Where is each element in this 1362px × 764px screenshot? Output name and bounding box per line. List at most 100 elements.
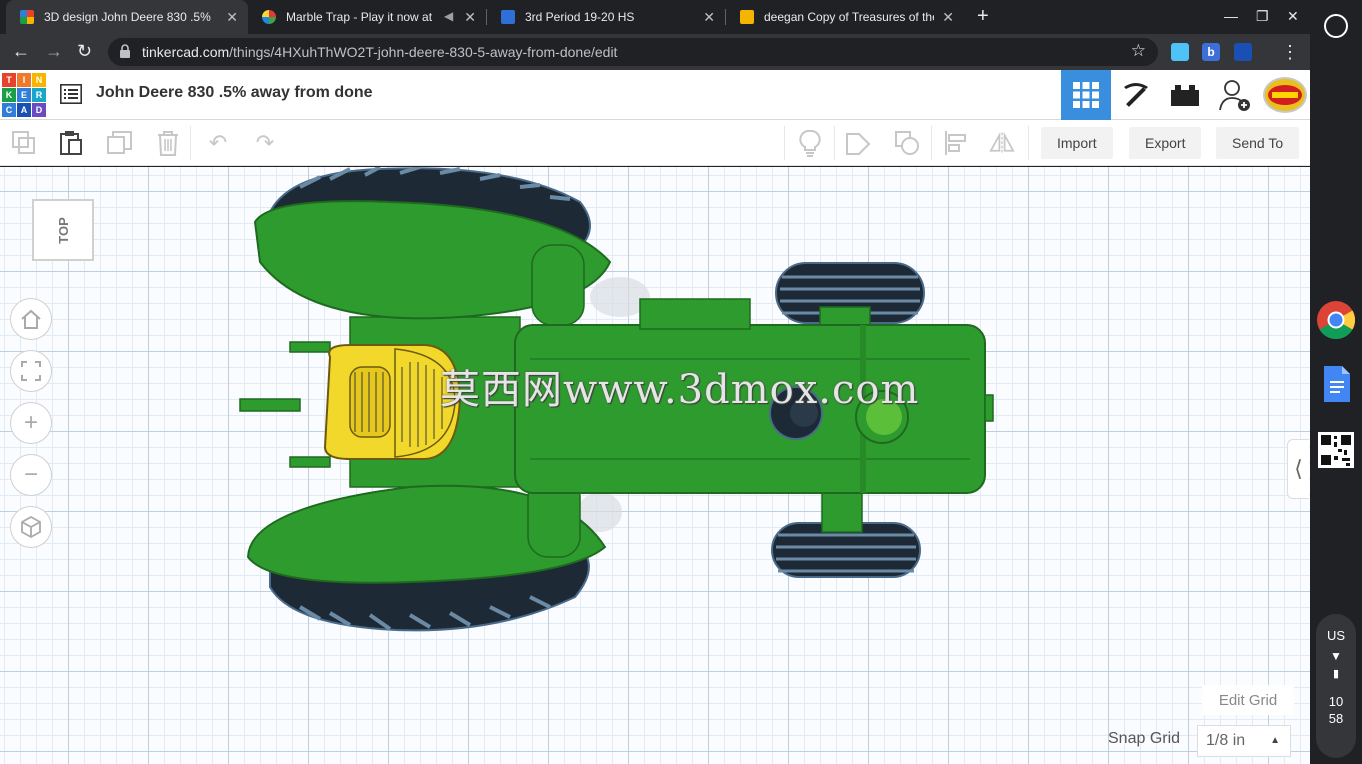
wifi-icon: ▼ <box>1330 649 1342 663</box>
back-button[interactable]: ← <box>12 41 30 62</box>
url-path: /things/4HXuhThWO2T-john-deere-830-5-awa… <box>229 44 618 60</box>
game-favicon-icon <box>262 10 276 24</box>
clipboard-icon <box>60 131 82 155</box>
close-tab-icon[interactable]: ✕ <box>464 9 476 26</box>
group-button[interactable] <box>845 130 871 156</box>
clock-minute: 58 <box>1328 711 1344 726</box>
import-button[interactable]: Import <box>1041 127 1113 159</box>
minus-icon: − <box>23 461 38 488</box>
clock-hour: 10 <box>1328 694 1344 709</box>
bricks-view-button[interactable] <box>1160 70 1210 120</box>
chrome-app-icon[interactable] <box>1316 300 1356 340</box>
classroom-favicon-icon <box>501 10 515 24</box>
view-cube[interactable]: TOP <box>32 199 94 261</box>
align-button[interactable] <box>943 130 969 156</box>
tab-title: 3D design John Deere 830 .5% a <box>44 10 214 24</box>
os-shelf: US ▼ ▮ 10 58 <box>1310 0 1362 764</box>
bookmark-star-icon[interactable]: ☆ <box>1131 41 1146 61</box>
tab-tinkercad-design[interactable]: 3D design John Deere 830 .5% a ✕ <box>6 0 248 34</box>
browser-tab-strip: 3D design John Deere 830 .5% a ✕ Marble … <box>0 0 1310 34</box>
battery-icon: ▮ <box>1332 668 1340 680</box>
extension-cloud-icon[interactable] <box>1171 43 1189 61</box>
extension-shield-icon[interactable] <box>1234 43 1252 61</box>
watermark-text: 莫西网www.3dmox.com <box>440 367 920 413</box>
snap-grid-select[interactable]: 1/8 in ▲ <box>1197 725 1291 757</box>
design-list-icon[interactable] <box>60 84 82 104</box>
trash-icon <box>158 131 178 156</box>
notes-button[interactable] <box>797 129 823 157</box>
add-user-icon <box>1219 80 1250 111</box>
view-cube-label: TOP <box>55 216 71 244</box>
tab-marble-trap[interactable]: Marble Trap - Play it now at ◀ ✕ <box>248 0 486 34</box>
export-button[interactable]: Export <box>1129 127 1202 159</box>
mirror-button[interactable] <box>989 130 1015 156</box>
tab-title: 3rd Period 19-20 HS <box>525 10 635 24</box>
send-to-button[interactable]: Send To <box>1216 127 1300 159</box>
delete-button[interactable] <box>155 130 181 156</box>
copy-button[interactable] <box>11 130 37 156</box>
restore-button[interactable]: ❐ <box>1256 8 1269 25</box>
system-tray[interactable]: US ▼ ▮ 10 58 <box>1316 614 1356 758</box>
paste-button[interactable] <box>58 130 84 156</box>
align-icon <box>945 131 966 155</box>
tinkercad-header: TIN KER CAD John Deere 830 .5% away from… <box>0 70 1310 120</box>
browser-toolbar: ← → ↻ tinkercad.com/things/4HXuhThWO2T-j… <box>0 34 1310 70</box>
3d-view-button[interactable] <box>1061 70 1111 120</box>
pickaxe-icon <box>1124 83 1148 107</box>
google-docs-icon[interactable] <box>1316 364 1356 404</box>
duplicate-button[interactable] <box>107 130 133 156</box>
cube-icon <box>21 515 41 539</box>
edit-grid-button[interactable]: Edit Grid <box>1202 685 1294 715</box>
collapse-panel-button[interactable]: ⟨ <box>1287 439 1309 499</box>
redo-icon: ↷ <box>255 130 275 155</box>
browser-menu-icon[interactable]: ⋮ <box>1281 42 1299 63</box>
zoom-in-button[interactable]: + <box>10 402 52 444</box>
tab-title: deegan Copy of Treasures of the <box>764 10 934 24</box>
tinkercad-logo[interactable]: TIN KER CAD <box>2 73 46 117</box>
edit-toolbar: ↶ ↷ Import Export Send To <box>0 120 1310 166</box>
redo-button[interactable]: ↷ <box>252 130 278 156</box>
tab-treasures-copy[interactable]: deegan Copy of Treasures of the ✕ <box>726 0 964 34</box>
zoom-out-button[interactable]: − <box>10 454 52 496</box>
caret-up-icon: ▲ <box>1270 735 1280 746</box>
tinkercad-favicon-icon <box>20 10 34 24</box>
copy-icon <box>12 131 35 154</box>
close-window-button[interactable]: ✕ <box>1287 8 1299 25</box>
ungroup-icon <box>895 131 919 155</box>
minimize-button[interactable]: — <box>1224 8 1238 24</box>
brick-icon <box>1171 85 1199 106</box>
undo-button[interactable]: ↶ <box>205 130 231 156</box>
fit-view-button[interactable] <box>10 350 52 392</box>
reload-button[interactable]: ↻ <box>77 41 92 62</box>
close-tab-icon[interactable]: ✕ <box>703 9 715 26</box>
extension-b-icon[interactable]: b <box>1202 43 1220 61</box>
plus-icon: + <box>23 409 38 436</box>
address-bar[interactable]: tinkercad.com/things/4HXuhThWO2T-john-de… <box>108 38 1158 66</box>
workplane-canvas[interactable]: 莫西网www.3dmox.com TOP + − ⟨ Edit Grid Sna… <box>0 167 1310 764</box>
close-tab-icon[interactable]: ✕ <box>942 9 954 26</box>
tab-title: Marble Trap - Play it now at <box>286 10 433 24</box>
duplicate-icon <box>107 131 132 154</box>
grid-icon <box>1073 82 1099 108</box>
keyboard-layout-label: US <box>1326 628 1346 643</box>
speaker-icon[interactable]: ◀ <box>444 9 453 23</box>
home-view-button[interactable] <box>10 298 52 340</box>
ungroup-button[interactable] <box>894 130 920 156</box>
add-collaborator-button[interactable] <box>1210 70 1260 120</box>
design-title[interactable]: John Deere 830 .5% away from done <box>96 84 373 102</box>
new-tab-button[interactable]: + <box>977 5 989 28</box>
fit-view-icon <box>21 361 41 381</box>
blocks-view-button[interactable] <box>1111 70 1161 120</box>
close-tab-icon[interactable]: ✕ <box>226 9 238 26</box>
snap-grid-label: Snap Grid <box>1108 730 1181 747</box>
undo-icon: ↶ <box>208 130 228 155</box>
home-icon <box>21 309 41 329</box>
launcher-icon[interactable] <box>1324 14 1348 38</box>
user-avatar[interactable] <box>1260 70 1310 120</box>
forward-button[interactable]: → <box>45 41 63 62</box>
lock-icon <box>120 44 130 58</box>
tab-3rd-period[interactable]: 3rd Period 19-20 HS ✕ <box>487 0 725 34</box>
qr-code-app-icon[interactable] <box>1316 430 1356 470</box>
perspective-button[interactable] <box>10 506 52 548</box>
url-host: tinkercad.com <box>142 44 230 60</box>
